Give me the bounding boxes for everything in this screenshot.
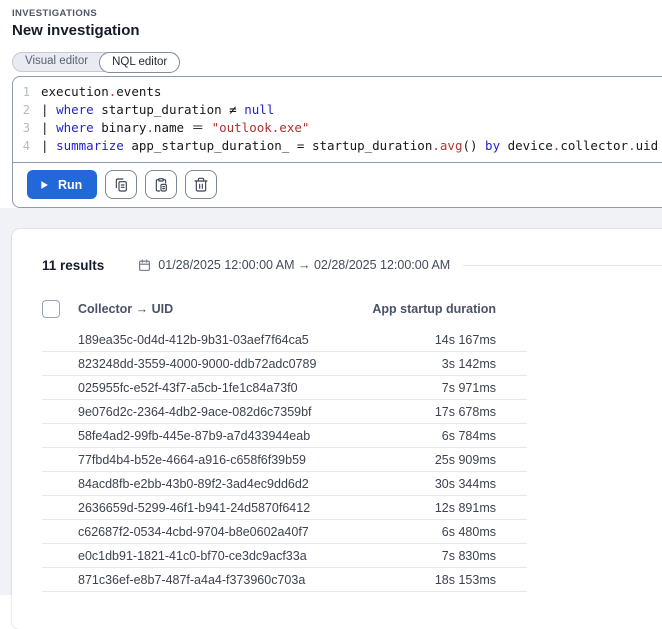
table-row[interactable]: 189ea35c-0d4d-412b-9b31-03aef7f64ca5 14s … — [42, 328, 527, 352]
app-startup-duration-cell: 17s 678ms — [434, 404, 496, 419]
collector-uid-cell: 9e076d2c-2364-4db2-9ace-082d6c7359bf — [78, 404, 312, 419]
column-header-collector-uid: Collector → UID — [78, 302, 174, 316]
app-startup-duration-cell: 3s 142ms — [441, 356, 496, 371]
app-startup-duration-cell: 6s 480ms — [441, 524, 496, 539]
app-startup-duration-cell: 7s 830ms — [441, 548, 496, 563]
table-row[interactable]: 871c36ef-e8b7-487f-a4a4-f373960c703a 18s … — [42, 568, 527, 592]
tab-visual-editor[interactable]: Visual editor — [13, 52, 100, 72]
tab-nql-editor[interactable]: NQL editor — [99, 51, 181, 73]
line-number: 4 — [22, 139, 30, 153]
results-header: 11 results 01/28/2025 12:00:00 AM → 02/2… — [42, 257, 662, 273]
delete-button[interactable] — [185, 170, 218, 199]
calendar-icon — [138, 259, 151, 272]
code-line: 3 | where binary.name ＝ "outlook.exe" — [13, 119, 662, 137]
table-row[interactable]: 2636659d-5299-46f1-b941-24d5870f6412 12s … — [42, 496, 527, 520]
app-startup-duration-cell: 12s 891ms — [434, 500, 496, 515]
page-title: New investigation — [12, 22, 140, 39]
line-number: 1 — [22, 85, 30, 99]
code-line: 2 | where startup_duration ≠ null — [13, 101, 662, 119]
app-startup-duration-cell: 25s 909ms — [434, 452, 496, 467]
code-line: 4 | summarize app_startup_duration_ = sta… — [13, 137, 662, 155]
table-body: 189ea35c-0d4d-412b-9b31-03aef7f64ca5 14s … — [42, 328, 527, 592]
app-startup-duration-cell: 7s 971ms — [441, 380, 496, 395]
code-lines: 1 execution.events 2 | where startup_durati… — [13, 83, 662, 155]
code-editor[interactable]: 1 execution.events 2 | where startup_durati… — [13, 77, 662, 162]
query-editor-panel: 1 execution.events 2 | where startup_durati… — [12, 76, 662, 208]
results-section: 11 results 01/28/2025 12:00:00 AM → 02/2… — [0, 208, 662, 629]
column-header-app-startup-duration: App startup duration — [372, 302, 496, 316]
app-startup-duration-cell: 6s 784ms — [441, 428, 496, 443]
page-header: INVESTIGATIONS New investigation — [0, 0, 662, 39]
copy-icon — [113, 177, 129, 193]
play-icon — [40, 180, 49, 190]
collector-uid-cell: c62687f2-0534-4cbd-9704-b8e0602a40f7 — [78, 524, 309, 539]
collector-uid-cell: 823248dd-3559-4000-9000-ddb72adc0789 — [78, 356, 317, 371]
copy-button[interactable] — [105, 170, 138, 199]
results-card: 11 results 01/28/2025 12:00:00 AM → 02/2… — [12, 229, 662, 629]
table-row[interactable]: 025955fc-e52f-43f7-a5cb-1fe1c84a73f0 7s 9… — [42, 376, 527, 400]
collector-uid-cell: 77fbd4b4-b52e-4664-a916-c658f6f39b59 — [78, 452, 306, 467]
collector-uid-cell: 2636659d-5299-46f1-b941-24d5870f6412 — [78, 500, 311, 515]
table-row[interactable]: 84acd8fb-e2bb-43b0-89f2-3ad4ec9dd6d2 30s … — [42, 472, 527, 496]
collector-uid-cell: 871c36ef-e8b7-487f-a4a4-f373960c703a — [78, 572, 306, 587]
table-header: Collector → UID App startup duration — [42, 299, 527, 319]
app-startup-duration-cell: 14s 167ms — [434, 332, 496, 347]
trash-icon — [193, 177, 209, 193]
results-table: Collector → UID App startup duration 189… — [42, 299, 527, 592]
line-number: 3 — [22, 121, 30, 135]
editor-toolbar: Run — [13, 162, 662, 207]
table-row[interactable]: 9e076d2c-2364-4db2-9ace-082d6c7359bf 17s … — [42, 400, 527, 424]
code-line: 1 execution.events — [13, 83, 662, 101]
date-range-text: 01/28/2025 12:00:00 AM → 02/28/2025 12:0… — [158, 258, 451, 272]
table-row[interactable]: 77fbd4b4-b52e-4664-a916-c658f6f39b59 25s … — [42, 448, 527, 472]
run-button[interactable]: Run — [27, 170, 98, 199]
breadcrumb: INVESTIGATIONS — [12, 8, 98, 19]
app-startup-duration-cell: 18s 153ms — [434, 572, 496, 587]
collector-uid-cell: 84acd8fb-e2bb-43b0-89f2-3ad4ec9dd6d2 — [78, 476, 309, 491]
app-startup-duration-cell: 30s 344ms — [434, 476, 496, 491]
editor-mode-toggle: Visual editor NQL editor — [12, 51, 181, 73]
paste-button[interactable] — [145, 170, 178, 199]
table-row[interactable]: 823248dd-3559-4000-9000-ddb72adc0789 3s 1… — [42, 352, 527, 376]
clipboard-paste-icon — [153, 177, 169, 193]
collector-uid-cell: e0c1db91-1821-41c0-bf70-ce3dc9acf33a — [78, 548, 307, 563]
header-divider — [463, 264, 662, 266]
run-button-label: Run — [58, 177, 83, 192]
line-number: 2 — [22, 103, 30, 117]
collector-uid-cell: 025955fc-e52f-43f7-a5cb-1fe1c84a73f0 — [78, 380, 298, 395]
table-row[interactable]: e0c1db91-1821-41c0-bf70-ce3dc9acf33a 7s 8… — [42, 544, 527, 568]
date-range-picker[interactable]: 01/28/2025 12:00:00 AM → 02/28/2025 12:0… — [138, 258, 450, 272]
select-all-checkbox[interactable] — [42, 300, 60, 318]
collector-uid-cell: 189ea35c-0d4d-412b-9b31-03aef7f64ca5 — [78, 332, 309, 347]
table-row[interactable]: c62687f2-0534-4cbd-9704-b8e0602a40f7 6s 4… — [42, 520, 527, 544]
table-row[interactable]: 58fe4ad2-99fb-445e-87b9-a7d433944eab 6s 7… — [42, 424, 527, 448]
collector-uid-cell: 58fe4ad2-99fb-445e-87b9-a7d433944eab — [78, 428, 311, 443]
results-count: 11 results — [42, 257, 105, 273]
